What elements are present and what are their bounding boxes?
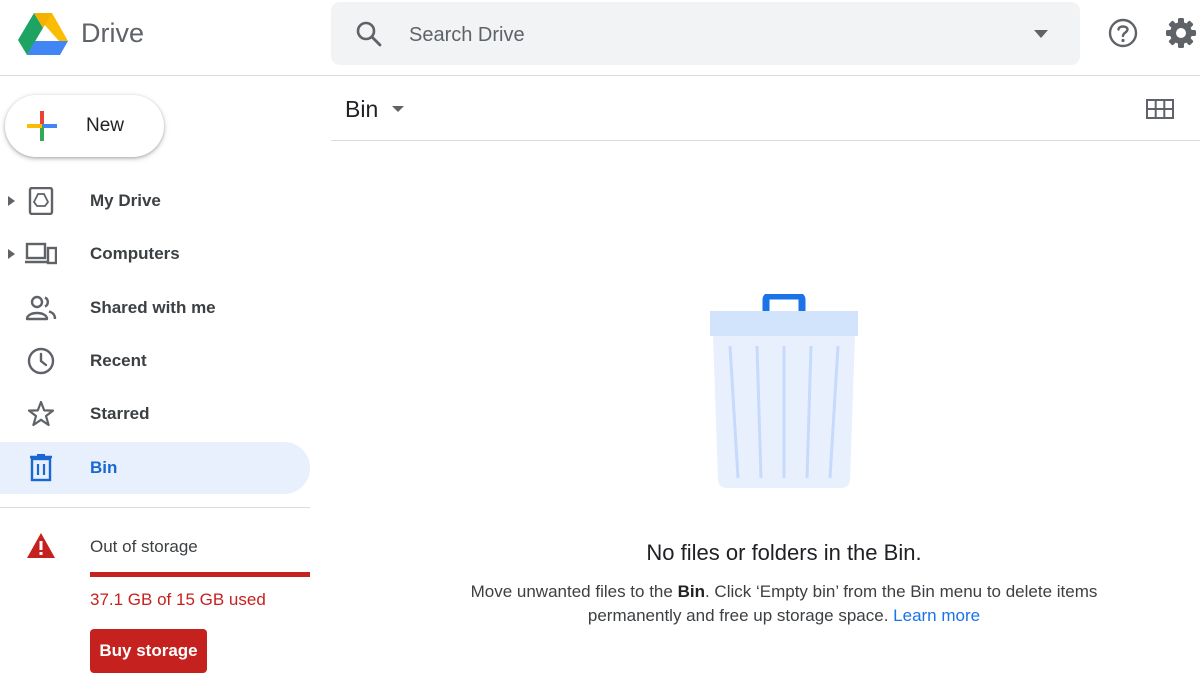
empty-bin-illustration-icon (710, 294, 858, 488)
empty-desc-text: permanently and free up storage space. (587, 606, 889, 625)
chevron-down-icon[interactable] (391, 105, 405, 113)
page-title[interactable]: Bin (345, 96, 378, 123)
empty-desc-text: Move unwanted files to the (470, 582, 678, 601)
drive-logo-icon[interactable] (18, 11, 68, 55)
storage-bar (90, 572, 310, 577)
bin-icon (30, 454, 52, 482)
search-options-caret-icon[interactable] (1033, 29, 1049, 39)
empty-state-description: Move unwanted files to the Bin. Click ‘E… (331, 580, 1200, 628)
sidebar-item-my-drive[interactable]: My Drive (0, 175, 310, 227)
sidebar-item-recent[interactable]: Recent (0, 335, 310, 387)
my-drive-icon (28, 187, 54, 215)
help-icon[interactable] (1106, 16, 1140, 50)
search-icon[interactable] (355, 20, 383, 48)
sidebar-divider (0, 507, 310, 508)
clock-icon (27, 347, 55, 375)
app-name[interactable]: Drive (81, 16, 144, 50)
sidebar-item-label: Computers (90, 244, 180, 263)
learn-more-link[interactable]: Learn more (893, 606, 980, 625)
empty-desc-bold: Bin (677, 582, 705, 601)
empty-state-title: No files or folders in the Bin. (646, 540, 922, 565)
sidebar-item-computers[interactable]: Computers (0, 228, 310, 280)
gear-icon[interactable] (1163, 15, 1199, 51)
shared-icon (25, 295, 57, 321)
sidebar-item-label: Bin (90, 458, 118, 477)
sidebar-item-starred[interactable]: Starred (0, 388, 310, 440)
buy-storage-button[interactable]: Buy storage (90, 629, 207, 673)
empty-desc-text: . Click ‘Empty bin’ from the Bin menu to… (704, 582, 1098, 601)
sidebar-item-shared-with-me[interactable]: Shared with me (0, 282, 310, 334)
search-input[interactable] (407, 20, 1011, 50)
expand-arrow-icon[interactable] (7, 195, 16, 207)
storage-bar-fill (90, 572, 310, 577)
storage-title[interactable]: Out of storage (90, 537, 198, 557)
sidebar-item-label: My Drive (90, 191, 161, 210)
computers-icon (25, 242, 57, 265)
storage-usage[interactable]: 37.1 GB of 15 GB used (90, 590, 266, 610)
new-button[interactable]: New (5, 95, 164, 157)
star-icon (27, 400, 55, 427)
sidebar-item-label: Starred (90, 404, 150, 423)
new-label: New (86, 115, 125, 136)
plus-icon (27, 111, 57, 141)
expand-arrow-icon[interactable] (7, 248, 16, 260)
sidebar-item-label: Shared with me (90, 298, 216, 317)
search-bar[interactable] (331, 2, 1080, 65)
main-divider (331, 140, 1200, 141)
sidebar-item-bin[interactable]: Bin (0, 442, 310, 494)
warning-icon (27, 533, 55, 558)
top-bar: Drive (0, 0, 1200, 76)
sidebar-item-label: Recent (90, 351, 147, 370)
grid-view-icon[interactable] (1146, 99, 1174, 119)
